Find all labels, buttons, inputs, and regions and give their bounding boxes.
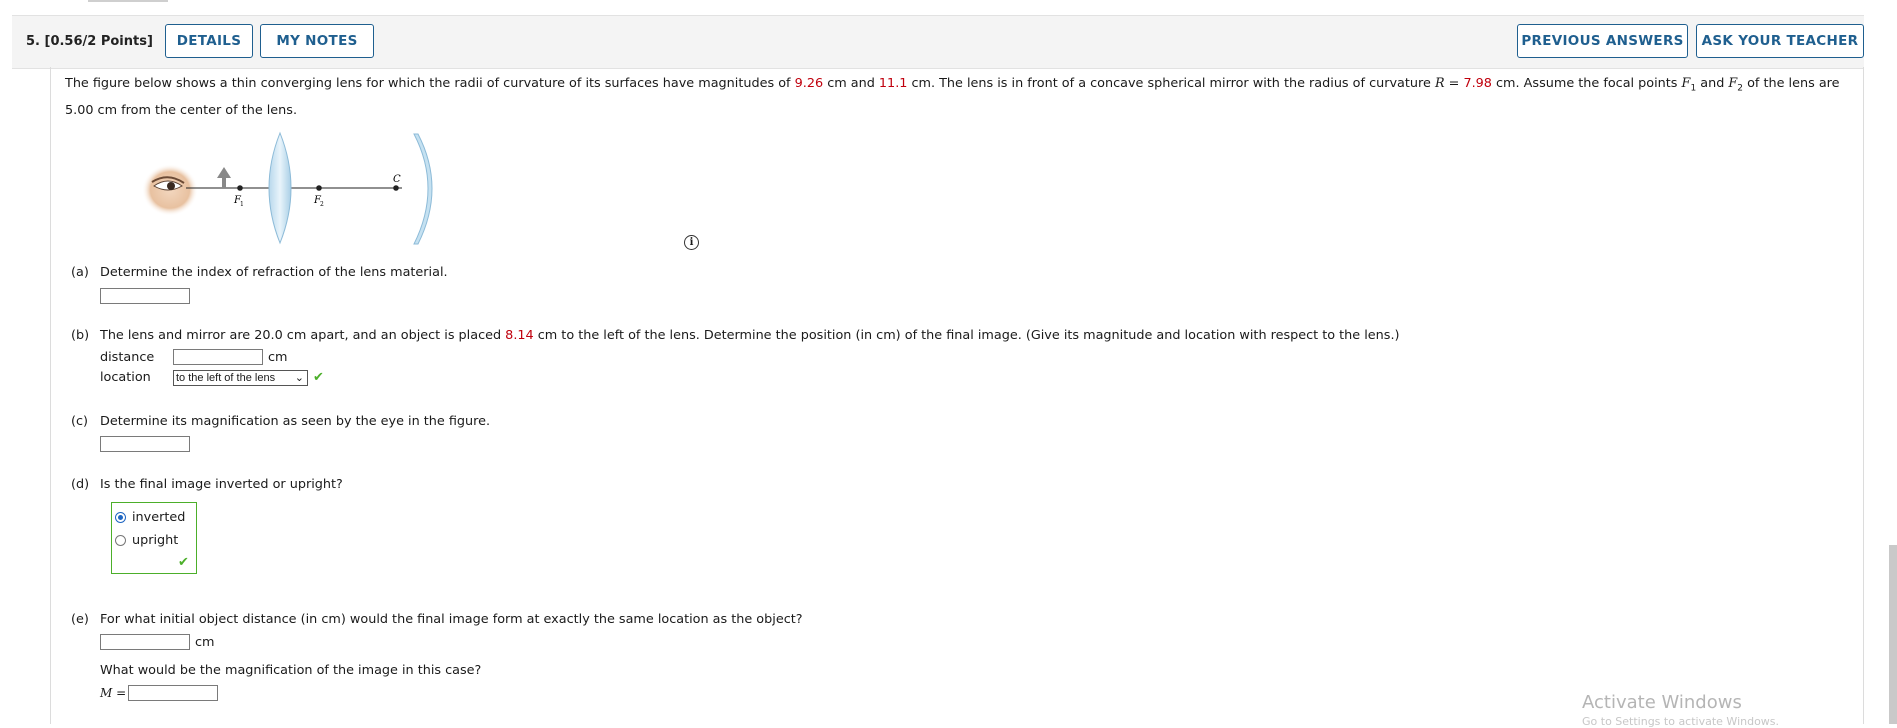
focal-point-f1 [237, 185, 243, 191]
ask-your-teacher-button[interactable]: ASK YOUR TEACHER [1696, 24, 1864, 58]
intro-text: = [1444, 76, 1464, 91]
part-a-text: Determine the index of refraction of the… [100, 265, 448, 280]
part-c: (c) Determine its magnification as seen b… [71, 414, 490, 429]
distance-label: distance [100, 350, 155, 365]
part-d: (d) Is the final image inverted or uprigh… [71, 477, 343, 492]
part-e-label: (e) [71, 612, 89, 627]
location-select[interactable]: to the left of the lens ⌄ [173, 370, 308, 386]
part-e: (e) For what initial object distance (in … [71, 612, 803, 627]
part-b: (b) The lens and mirror are 20.0 cm apart… [71, 328, 1400, 343]
figure-svg: F 1 F 2 C [142, 131, 433, 245]
radius-symbol: R [1434, 76, 1445, 91]
activate-windows-watermark: Activate Windows [1582, 692, 1742, 713]
correct-check-icon: ✔ [313, 370, 324, 385]
info-icon[interactable]: i [684, 235, 699, 250]
previous-answers-button[interactable]: PREVIOUS ANSWERS [1517, 24, 1688, 58]
part-b-label: (b) [71, 328, 90, 343]
m-label: M = [100, 686, 127, 700]
activate-windows-subtext: Go to Settings to activate Windows. [1582, 715, 1780, 728]
mirror-radius-value: 7.98 [1463, 76, 1492, 91]
part-a-label: (a) [71, 265, 89, 280]
chevron-down-icon: ⌄ [294, 372, 304, 384]
top-tab-edge [88, 0, 168, 2]
label-c: C [393, 174, 401, 185]
label-f1-sub: 1 [240, 201, 244, 208]
radio-option-inverted[interactable]: inverted [115, 510, 185, 525]
question-header: 5. [0.56/2 Points] DETAILS MY NOTES PREV… [12, 15, 1864, 69]
part-e-text-2: What would be the magnification of the i… [100, 663, 482, 678]
intro-text: cm. Assume the focal points [1491, 76, 1682, 91]
intro-text: cm. The lens is in front of a concave sp… [907, 76, 1435, 91]
distance-unit: cm [268, 350, 288, 365]
location-label: location [100, 370, 151, 385]
magnification-input[interactable] [100, 436, 190, 452]
eye-icon [142, 164, 198, 216]
object-arrow [217, 167, 231, 188]
lens-mirror-figure: F 1 F 2 C [140, 128, 450, 250]
same-location-distance-input[interactable] [100, 634, 190, 650]
part-e-text: For what initial object distance (in cm)… [100, 612, 803, 627]
distance-input[interactable] [173, 349, 263, 365]
intro-text: cm and [823, 76, 879, 91]
scrollbar[interactable] [1889, 545, 1897, 724]
concave-mirror [413, 133, 433, 245]
same-location-magnification-input[interactable] [128, 685, 218, 701]
radio-label-upright: upright [132, 533, 179, 548]
part-c-text: Determine its magnification as seen by t… [100, 414, 491, 429]
focal-point-f2 [316, 185, 322, 191]
part-b-text: The lens and mirror are 20.0 cm apart, a… [100, 328, 506, 343]
part-a: (a) Determine the index of refraction of … [71, 265, 448, 280]
radio-button-selected[interactable] [115, 512, 126, 523]
label-f2-sub: 2 [320, 201, 324, 208]
correct-check-icon: ✔ [178, 555, 189, 570]
radius-2-value: 11.1 [878, 76, 908, 91]
intro-text: The figure below shows a thin converging… [65, 76, 795, 91]
focal-symbol: F [1728, 76, 1738, 91]
location-select-value: to the left of the lens [176, 372, 276, 384]
problem-intro: The figure below shows a thin converging… [65, 73, 1855, 121]
intro-text: and [1696, 76, 1729, 91]
part-d-text: Is the final image inverted or upright? [100, 477, 343, 492]
mirror-center-c [393, 185, 399, 191]
radio-option-upright[interactable]: upright [115, 533, 178, 548]
my-notes-button[interactable]: MY NOTES [260, 24, 374, 58]
radius-1-value: 9.26 [794, 76, 824, 91]
orientation-radio-group: inverted upright ✔ [111, 502, 197, 574]
object-distance-value: 8.14 [505, 328, 534, 343]
question-number-points: 5. [0.56/2 Points] [26, 34, 153, 49]
radio-label-inverted: inverted [132, 510, 186, 525]
converging-lens [268, 131, 292, 245]
part-d-label: (d) [71, 477, 90, 492]
part-c-label: (c) [71, 414, 89, 429]
index-of-refraction-input[interactable] [100, 288, 190, 304]
same-location-unit: cm [195, 635, 215, 650]
radio-button[interactable] [115, 535, 126, 546]
part-b-text-2: cm to the left of the lens. Determine th… [533, 328, 1400, 343]
details-button[interactable]: DETAILS [165, 24, 253, 58]
